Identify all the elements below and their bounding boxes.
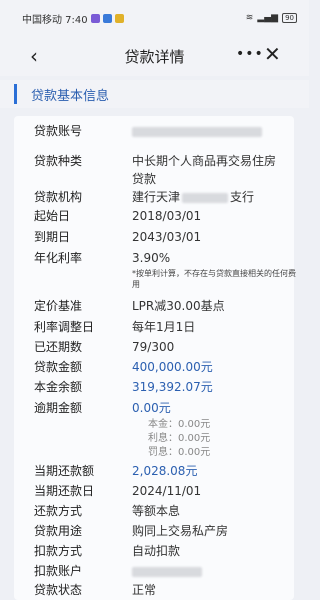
- overdue-interest: 利息：0.00元: [148, 433, 211, 444]
- section-title: 贷款基本信息: [31, 88, 110, 104]
- rate-note: *按单利计算，不存在与贷款直接相关的任何费用: [132, 269, 296, 289]
- field-value: 319,392.07元: [132, 380, 213, 394]
- field-label: 贷款金额: [34, 360, 83, 374]
- field-value: 等额本息: [132, 504, 181, 518]
- field-type: 贷款种类 中长期个人商品再交易住房贷款: [34, 152, 282, 188]
- field-adjust-day: 利率调整日 每年1月1日: [34, 318, 302, 336]
- nav-bar: ‹ 贷款详情 ••• ✕: [0, 36, 309, 76]
- field-org: 贷款机构 建行天津 支行: [34, 188, 302, 206]
- close-icon[interactable]: ✕: [264, 42, 281, 66]
- field-label: 还款方式: [34, 504, 83, 518]
- wifi-icon: ≋: [245, 13, 254, 23]
- field-balance: 本金余额 319,392.07元: [34, 378, 302, 396]
- field-purpose: 贷款用途 购同上交易私产房: [34, 522, 302, 540]
- app-icon: [114, 13, 124, 23]
- field-value: 400,000.00元: [132, 360, 213, 374]
- field-account: 贷款账号: [34, 122, 302, 140]
- loan-info-card: 贷款账号 贷款种类 中长期个人商品再交易住房贷款 贷款机构 建行天津 支行 起始日…: [14, 116, 296, 600]
- more-icon[interactable]: •••: [236, 46, 264, 62]
- field-label: 扣款账户: [34, 564, 83, 578]
- field-deduct-acct: 扣款账户: [34, 562, 302, 580]
- section-accent-bar: [14, 84, 17, 104]
- battery-icon: 90: [282, 13, 297, 23]
- field-value: 自动扣款: [132, 544, 181, 558]
- masked-value: [132, 562, 302, 580]
- field-value: 2043/03/01: [132, 230, 202, 244]
- field-label: 扣款方式: [34, 544, 83, 558]
- field-deduct-way: 扣款方式 自动扣款: [34, 542, 302, 560]
- field-method: 还款方式 等额本息: [34, 502, 302, 520]
- signal-icon: ▂▄▆: [257, 13, 279, 23]
- field-pricing: 定价基准 LPR减30.00基点: [34, 297, 302, 315]
- field-label: 年化利率: [34, 251, 83, 265]
- field-value: 79/300: [132, 340, 175, 354]
- field-rate: 年化利率 3.90%: [34, 249, 302, 267]
- field-value: 2,028.08元: [132, 464, 198, 478]
- field-label: 逾期金额: [34, 401, 83, 415]
- field-label: 定价基准: [34, 299, 83, 313]
- field-value: 2018/03/01: [132, 209, 202, 223]
- field-value: 正常: [132, 583, 157, 597]
- app-icon: [102, 13, 112, 23]
- field-label: 贷款机构: [34, 190, 83, 204]
- masked-value: [132, 122, 302, 140]
- overdue-penalty: 罚息：0.00元: [148, 447, 211, 458]
- field-label: 当期还款额: [34, 464, 95, 478]
- field-value: 建行天津 支行: [132, 190, 255, 204]
- field-label: 到期日: [34, 230, 71, 244]
- field-label: 本金余额: [34, 380, 83, 394]
- field-value: LPR减30.00基点: [132, 299, 225, 313]
- field-label: 利率调整日: [34, 320, 95, 334]
- field-label: 贷款种类: [34, 154, 83, 168]
- field-value: 每年1月1日: [132, 320, 196, 334]
- field-value: 中长期个人商品再交易住房贷款: [132, 154, 277, 186]
- field-label: 贷款用途: [34, 524, 83, 538]
- field-value: 2024/11/01: [132, 484, 202, 498]
- app-icon: [90, 13, 100, 23]
- field-due-amount: 当期还款额 2,028.08元: [34, 462, 302, 480]
- field-periods: 已还期数 79/300: [34, 338, 302, 356]
- field-label: 起始日: [34, 209, 71, 223]
- field-label: 贷款状态: [34, 583, 83, 597]
- section-header: 贷款基本信息: [0, 80, 309, 108]
- field-label: 当期还款日: [34, 484, 95, 498]
- carrier-time: 中国移动 7:40: [22, 14, 88, 26]
- field-end: 到期日 2043/03/01: [34, 228, 302, 246]
- field-value: 购同上交易私产房: [132, 524, 229, 538]
- field-start: 起始日 2018/03/01: [34, 207, 302, 225]
- field-due-date: 当期还款日 2024/11/01: [34, 482, 302, 500]
- field-label: 已还期数: [34, 340, 83, 354]
- field-label: 贷款账号: [34, 124, 83, 138]
- field-amount: 贷款金额 400,000.00元: [34, 358, 302, 376]
- field-status: 贷款状态 正常: [34, 581, 302, 599]
- status-bar: 中国移动 7:40 ≋ ▂▄▆ 90: [0, 0, 309, 36]
- overdue-principal: 本金：0.00元: [148, 419, 211, 430]
- field-value: 3.90%: [132, 251, 171, 265]
